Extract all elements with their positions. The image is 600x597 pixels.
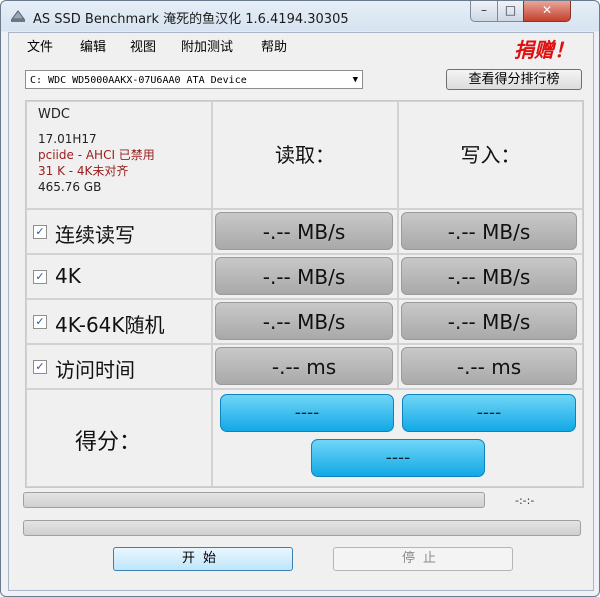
test-progress-bar	[23, 492, 485, 508]
test-row-4k: ✓ 4K	[26, 254, 212, 299]
read-header: 读取：	[212, 101, 398, 209]
app-window: AS SSD Benchmark 淹死的鱼汉化 1.6.4194.30305 –…	[0, 0, 600, 597]
menu-view[interactable]: 视图	[130, 36, 156, 55]
menu-help[interactable]: 帮助	[261, 36, 287, 55]
drive-firmware: 17.01H17	[38, 132, 97, 146]
test-label-access: 访问时间	[55, 358, 135, 382]
checkbox-4k64[interactable]: ✓	[33, 315, 47, 329]
write-value-4k64: -.-- MB/s	[401, 302, 577, 340]
test-label-4k64: 4K-64K随机	[55, 313, 165, 337]
window-title: AS SSD Benchmark 淹死的鱼汉化 1.6.4194.30305	[33, 12, 349, 27]
menu-file[interactable]: 文件	[27, 36, 53, 55]
write-header: 写入：	[398, 101, 583, 209]
menu-extra-tests[interactable]: 附加测试	[181, 36, 233, 55]
drive-vendor: WDC	[38, 107, 70, 122]
drive-select-value: C: WDC WD5000AAKX-07U6AA0 ATA Device	[30, 75, 247, 86]
drive-size: 465.76 GB	[38, 180, 102, 194]
score-write: ----	[402, 394, 576, 432]
elapsed-timer: -:-:-	[515, 494, 535, 507]
donate-link[interactable]: 捐赠！	[514, 34, 574, 63]
app-icon	[11, 10, 25, 22]
score-label-cell: 得分：	[26, 389, 212, 487]
drive-select[interactable]: C: WDC WD5000AAKX-07U6AA0 ATA Device ▼	[25, 70, 363, 89]
score-label: 得分：	[75, 430, 142, 455]
checkbox-seq[interactable]: ✓	[33, 225, 47, 239]
results-grid: WDC 17.01H17 pciide - AHCI 已禁用 31 K - 4K…	[25, 100, 584, 488]
read-value-access: -.-- ms	[215, 347, 393, 385]
drive-alignment: 31 K - 4K未对齐	[38, 164, 129, 178]
title-bar: AS SSD Benchmark 淹死的鱼汉化 1.6.4194.30305 –…	[1, 1, 599, 32]
drive-driver-status: pciide - AHCI 已禁用	[38, 148, 155, 162]
score-total: ----	[311, 439, 485, 477]
test-row-access: ✓ 访问时间	[26, 344, 212, 389]
minimize-button[interactable]: –	[470, 1, 498, 22]
write-value-seq: -.-- MB/s	[401, 212, 577, 250]
chevron-down-icon: ▼	[352, 75, 358, 85]
checkbox-access[interactable]: ✓	[33, 360, 47, 374]
read-value-seq: -.-- MB/s	[215, 212, 393, 250]
write-value-access: -.-- ms	[401, 347, 577, 385]
checkbox-4k[interactable]: ✓	[33, 270, 47, 284]
drive-info: WDC 17.01H17 pciide - AHCI 已禁用 31 K - 4K…	[26, 101, 212, 209]
menu-edit[interactable]: 编辑	[80, 36, 106, 55]
client-area: 文件 编辑 视图 附加测试 帮助 捐赠！ C: WDC WD5000AAKX-0…	[8, 32, 594, 591]
test-label-seq: 连续读写	[55, 223, 135, 247]
total-progress-bar	[23, 520, 581, 536]
write-value-4k: -.-- MB/s	[401, 257, 577, 295]
rank-button[interactable]: 查看得分排行榜	[446, 69, 582, 90]
stop-button[interactable]: 停止	[333, 547, 513, 571]
menu-bar: 文件 编辑 视图 附加测试 帮助 捐赠！	[9, 33, 593, 62]
score-read: ----	[220, 394, 394, 432]
close-button[interactable]: ✕	[523, 1, 571, 22]
start-button[interactable]: 开始	[113, 547, 293, 571]
test-label-4k: 4K	[55, 264, 81, 288]
test-row-seq: ✓ 连续读写	[26, 209, 212, 254]
read-value-4k64: -.-- MB/s	[215, 302, 393, 340]
maximize-button[interactable]: □	[497, 1, 524, 22]
test-row-4k64: ✓ 4K-64K随机	[26, 299, 212, 344]
read-value-4k: -.-- MB/s	[215, 257, 393, 295]
